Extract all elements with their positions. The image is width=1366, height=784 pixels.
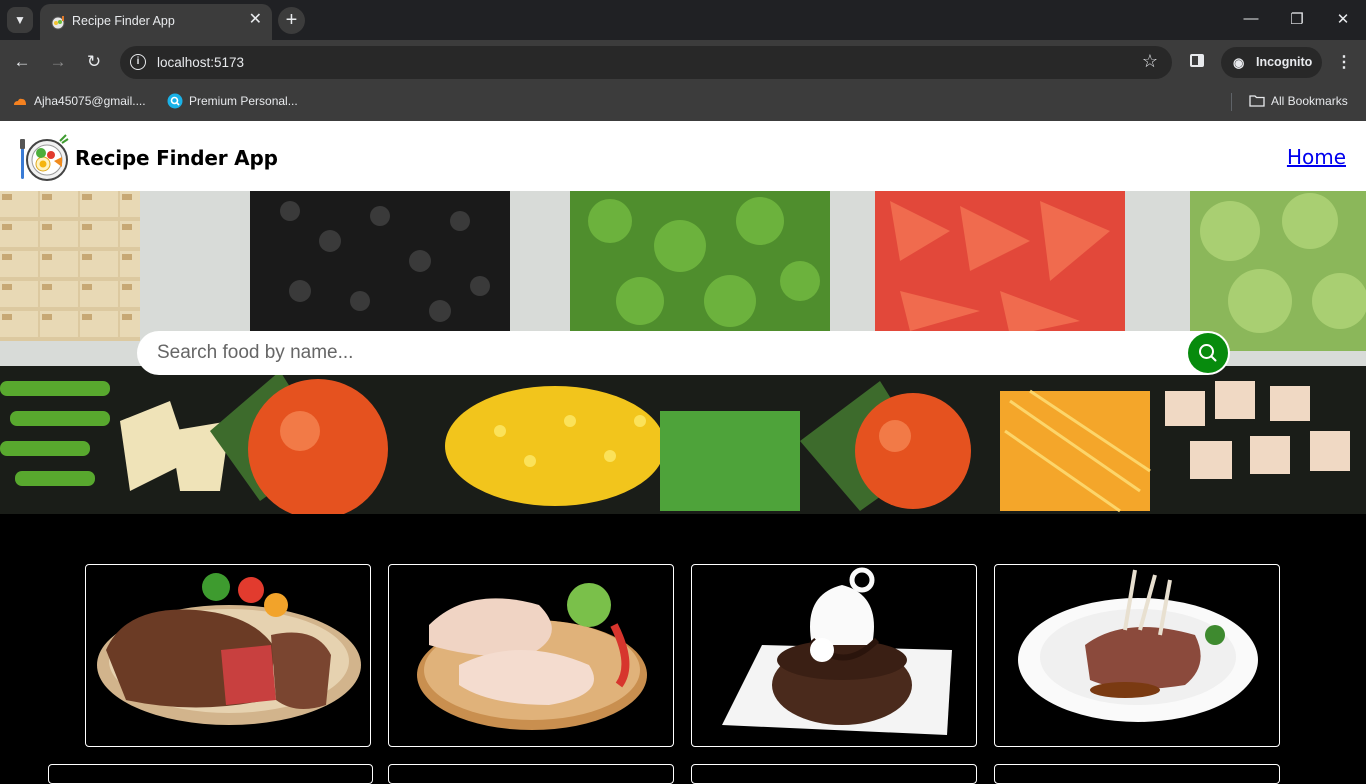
minimize-icon[interactable]: — xyxy=(1236,10,1266,27)
recipe-card-dessert[interactable] xyxy=(691,564,977,747)
incognito-label: Incognito xyxy=(1256,55,1313,69)
recipe-favicon-icon xyxy=(51,16,65,30)
new-tab-button[interactable]: + xyxy=(278,7,305,34)
nav-home-link[interactable]: Home xyxy=(1287,145,1346,169)
bookmarks-divider xyxy=(1231,93,1232,111)
back-arrow-icon[interactable]: ← xyxy=(10,52,34,72)
recipe-card-row2[interactable] xyxy=(994,764,1280,784)
address-bar[interactable]: i localhost:5173 ☆ xyxy=(120,46,1172,79)
search-bar xyxy=(137,331,1230,375)
folder-icon xyxy=(1249,95,1265,107)
bookmark-item-gmail[interactable]: Ajha45075@gmail.... xyxy=(12,93,146,109)
incognito-icon: ◉ xyxy=(1233,55,1245,70)
tab-search-button[interactable]: ▼ xyxy=(7,7,33,33)
chocolate-dessert-image xyxy=(722,567,952,735)
hero-banner xyxy=(0,191,1366,514)
recipe-card-steak[interactable] xyxy=(85,564,371,747)
app-title: Recipe Finder App xyxy=(75,146,278,170)
recipe-grid xyxy=(0,514,1366,784)
lamb-chops-image xyxy=(1018,569,1258,722)
reload-icon[interactable]: ↻ xyxy=(82,52,106,72)
restore-icon[interactable]: ❐ xyxy=(1282,10,1312,28)
recipe-card-chicken[interactable] xyxy=(388,564,674,747)
side-panel-icon[interactable] xyxy=(1190,54,1204,67)
app-header: Recipe Finder App Home xyxy=(0,121,1366,191)
browser-tab[interactable]: Recipe Finder App ✕ xyxy=(40,4,272,40)
search-input[interactable] xyxy=(137,331,1177,375)
url-text[interactable]: localhost:5173 xyxy=(157,55,244,70)
recipe-card-row2[interactable] xyxy=(388,764,674,784)
search-icon xyxy=(1199,344,1217,362)
bookmark-label: Ajha45075@gmail.... xyxy=(34,94,146,108)
tab-title: Recipe Finder App xyxy=(72,14,175,28)
close-window-icon[interactable]: ✕ xyxy=(1328,10,1358,28)
bookmark-star-icon[interactable]: ☆ xyxy=(1142,51,1158,72)
browser-toolbar: ← → ↻ i localhost:5173 ☆ ◉ Incognito ⋮ xyxy=(0,40,1366,85)
recipe-card-lamb[interactable] xyxy=(994,564,1280,747)
chicken-image xyxy=(417,583,647,730)
all-bookmarks-button[interactable]: All Bookmarks xyxy=(1249,93,1348,109)
close-tab-icon[interactable]: ✕ xyxy=(249,12,262,28)
bookmark-item-premium[interactable]: Premium Personal... xyxy=(167,93,298,109)
browser-tab-bar: ▼ Recipe Finder App ✕ + — ❐ ✕ xyxy=(0,0,1366,40)
search-circle-icon xyxy=(167,93,183,109)
recipe-card-row2[interactable] xyxy=(691,764,977,784)
search-button[interactable] xyxy=(1188,333,1228,373)
recipe-logo-icon xyxy=(20,134,69,181)
browser-menu-icon[interactable]: ⋮ xyxy=(1336,52,1352,72)
site-info-icon[interactable]: i xyxy=(130,54,146,70)
incognito-badge[interactable]: ◉ Incognito xyxy=(1221,47,1322,78)
recipe-card-row2[interactable] xyxy=(48,764,373,784)
forward-arrow-icon[interactable]: → xyxy=(46,52,70,72)
bookmarks-bar: Ajha45075@gmail.... Premium Personal... … xyxy=(0,85,1366,121)
all-bookmarks-label: All Bookmarks xyxy=(1271,94,1348,108)
cloud-icon xyxy=(14,98,26,105)
bookmark-label: Premium Personal... xyxy=(189,94,298,108)
steak-image xyxy=(97,573,361,725)
